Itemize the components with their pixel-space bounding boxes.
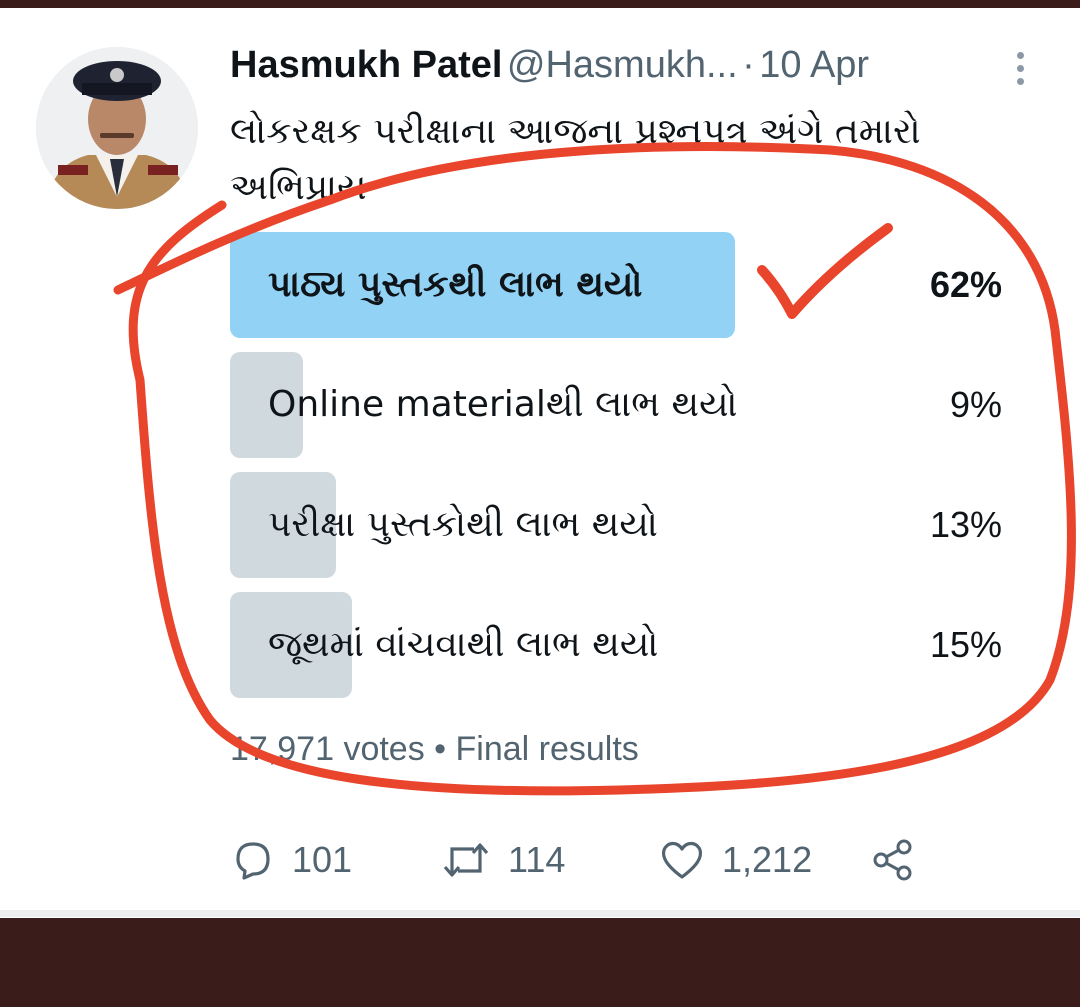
reply-button[interactable]: 101 (230, 830, 352, 890)
retweet-count: 114 (508, 839, 566, 880)
poll-option-percent: 13% (929, 504, 1002, 545)
author-handle[interactable]: @Hasmukh... (507, 44, 738, 86)
poll-option-percent: 9% (949, 384, 1002, 425)
retweet-button[interactable]: 114 (440, 830, 565, 890)
poll-option-label: જૂથમાં વાંચવાથી લાભ થયો (268, 624, 659, 665)
separator: · (742, 44, 755, 86)
poll-option-percent: 15% (929, 624, 1002, 665)
poll-option: Online materialથી લાભ થયો 9% (230, 352, 1002, 458)
more-icon[interactable] (1005, 46, 1035, 90)
avatar[interactable] (36, 47, 198, 209)
share-button[interactable] (870, 830, 916, 890)
poll-votes: 17,971 votes • Final results (230, 730, 639, 768)
post-date[interactable]: 10 Apr (759, 44, 869, 86)
divider (0, 910, 1080, 917)
heart-icon (661, 841, 703, 879)
reply-icon (236, 842, 270, 880)
action-bar: 101 114 1,212 (230, 830, 990, 890)
top-frame (0, 0, 1080, 8)
poll-option-label: પાઠ્ય પુસ્તકથી લાભ થયો (268, 264, 643, 305)
poll-option-label: પરીક્ષા પુસ્તકોથી લાભ થયો (268, 504, 658, 545)
reply-count: 101 (292, 839, 353, 880)
poll-option-label: Online materialથી લાભ થયો (268, 384, 738, 425)
retweet-icon (443, 843, 489, 877)
author-name[interactable]: Hasmukh Patel (230, 44, 502, 86)
share-icon (873, 839, 912, 881)
like-button[interactable]: 1,212 (658, 830, 812, 890)
poll-option-percent: 62% (929, 264, 1002, 305)
poll-option: પાઠ્ય પુસ્તકથી લાભ થયો 62% (230, 232, 1002, 338)
tweet-text: લોકરક્ષક પરીક્ષાના આજના પ્રશ્નપત્ર અંગે … (230, 111, 921, 208)
tweet-header: Hasmukh Patel @Hasmukh... · 10 Apr (230, 44, 1030, 94)
like-count: 1,212 (722, 839, 813, 880)
bottom-frame (0, 925, 1080, 1007)
poll-option: જૂથમાં વાંચવાથી લાભ થયો 15% (230, 592, 1002, 698)
poll-option: પરીક્ષા પુસ્તકોથી લાભ થયો 13% (230, 472, 1002, 578)
